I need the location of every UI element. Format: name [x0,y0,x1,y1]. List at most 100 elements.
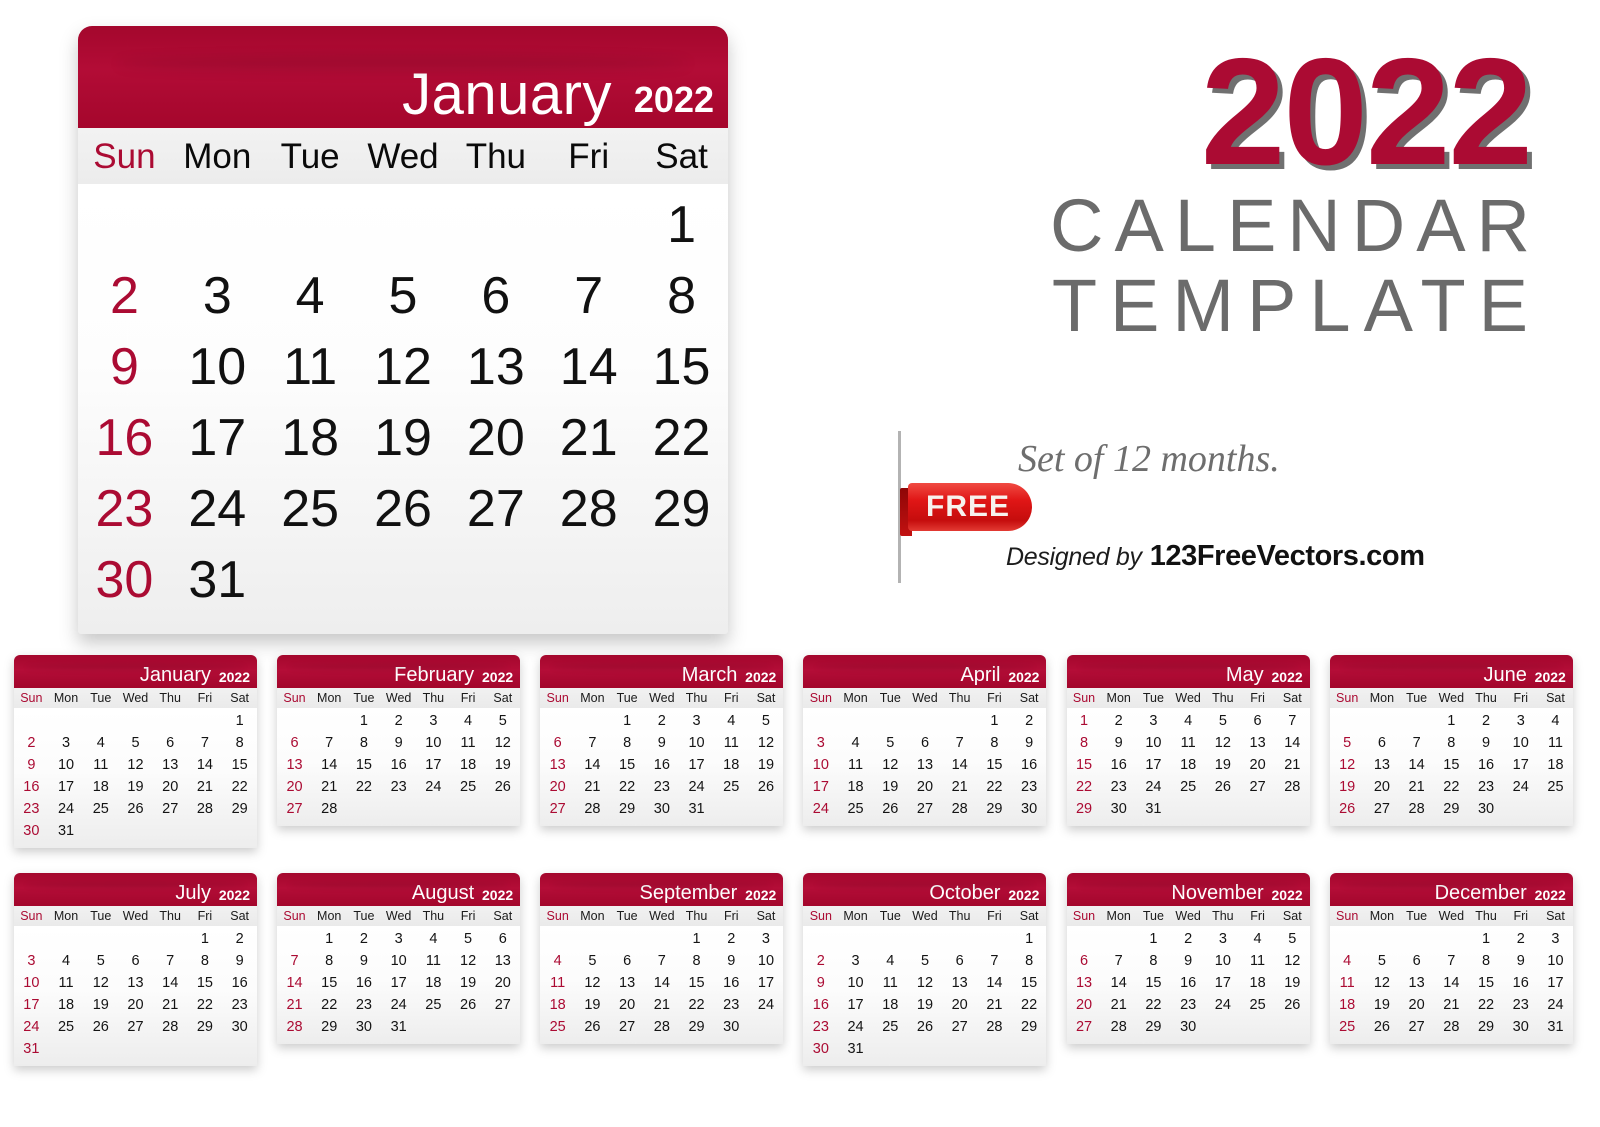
mini-day-cell[interactable]: 11 [873,971,908,993]
mini-day-cell[interactable]: 26 [485,775,520,797]
mini-day-cell[interactable]: 16 [644,753,679,775]
mini-day-cell[interactable]: 13 [908,753,943,775]
mini-day-cell[interactable]: 27 [1240,775,1275,797]
mini-day-cell[interactable]: 1 [1434,709,1469,731]
mini-day-cell[interactable]: 4 [1330,949,1365,971]
mini-day-cell[interactable]: 31 [679,797,714,819]
mini-day-cell[interactable]: 25 [838,797,873,819]
mini-day-cell[interactable]: 13 [1067,971,1102,993]
mini-day-cell[interactable]: 8 [679,949,714,971]
mini-day-cell[interactable]: 9 [347,949,382,971]
mini-day-cell[interactable]: 22 [188,993,223,1015]
mini-day-cell[interactable]: 5 [749,709,784,731]
mini-day-cell[interactable]: 24 [749,993,784,1015]
mini-day-cell[interactable]: 12 [873,753,908,775]
mini-day-cell[interactable]: 14 [1275,731,1310,753]
mini-day-cell[interactable]: 18 [416,971,451,993]
mini-day-cell[interactable]: 10 [749,949,784,971]
mini-day-cell[interactable]: 20 [540,775,575,797]
mini-day-cell[interactable]: 27 [908,797,943,819]
mini-day-cell[interactable]: 2 [381,709,416,731]
mini-day-cell[interactable]: 5 [118,731,153,753]
mini-day-cell[interactable]: 9 [644,731,679,753]
mini-day-cell[interactable]: 18 [451,753,486,775]
mini-day-cell[interactable]: 20 [485,971,520,993]
mini-day-cell[interactable]: 15 [1434,753,1469,775]
mini-day-cell[interactable]: 20 [277,775,312,797]
mini-day-cell[interactable]: 16 [14,775,49,797]
mini-day-cell[interactable]: 5 [83,949,118,971]
mini-day-cell[interactable]: 20 [610,993,645,1015]
hero-day-cell[interactable]: 18 [264,403,357,474]
mini-day-cell[interactable]: 15 [222,753,257,775]
mini-day-cell[interactable]: 21 [312,775,347,797]
mini-day-cell[interactable]: 16 [714,971,749,993]
mini-day-cell[interactable]: 22 [679,993,714,1015]
mini-day-cell[interactable]: 27 [277,797,312,819]
mini-day-cell[interactable]: 9 [1101,731,1136,753]
mini-day-cell[interactable]: 19 [908,993,943,1015]
mini-day-cell[interactable]: 23 [1012,775,1047,797]
mini-day-cell[interactable]: 21 [1399,775,1434,797]
mini-day-cell[interactable]: 9 [14,753,49,775]
mini-day-cell[interactable]: 9 [714,949,749,971]
mini-day-cell[interactable]: 17 [803,775,838,797]
mini-day-cell[interactable]: 17 [679,753,714,775]
mini-day-cell[interactable]: 2 [714,927,749,949]
mini-day-cell[interactable]: 31 [381,1015,416,1037]
mini-day-cell[interactable]: 22 [1434,775,1469,797]
mini-day-cell[interactable]: 12 [1365,971,1400,993]
mini-day-cell[interactable]: 17 [838,993,873,1015]
mini-day-cell[interactable]: 11 [540,971,575,993]
mini-day-cell[interactable]: 8 [222,731,257,753]
mini-day-cell[interactable]: 21 [1101,993,1136,1015]
mini-day-cell[interactable]: 22 [1469,993,1504,1015]
mini-day-cell[interactable]: 4 [714,709,749,731]
mini-day-cell[interactable]: 31 [49,819,84,841]
mini-day-cell[interactable]: 3 [1136,709,1171,731]
mini-day-cell[interactable]: 6 [1399,949,1434,971]
mini-day-cell[interactable]: 14 [1434,971,1469,993]
mini-day-cell[interactable]: 27 [1067,1015,1102,1037]
mini-day-cell[interactable]: 3 [416,709,451,731]
mini-day-cell[interactable]: 20 [153,775,188,797]
mini-day-cell[interactable]: 4 [1171,709,1206,731]
hero-day-cell[interactable]: 10 [171,332,264,403]
mini-day-cell[interactable]: 2 [1101,709,1136,731]
hero-day-cell[interactable]: 17 [171,403,264,474]
mini-day-cell[interactable]: 29 [1067,797,1102,819]
hero-day-cell[interactable]: 3 [171,261,264,332]
mini-day-cell[interactable]: 12 [908,971,943,993]
mini-day-cell[interactable]: 20 [1067,993,1102,1015]
mini-day-cell[interactable]: 19 [749,753,784,775]
mini-day-cell[interactable]: 28 [977,1015,1012,1037]
mini-day-cell[interactable]: 21 [153,993,188,1015]
mini-day-cell[interactable]: 24 [416,775,451,797]
mini-day-cell[interactable]: 17 [1136,753,1171,775]
mini-day-cell[interactable]: 17 [1503,753,1538,775]
mini-day-cell[interactable]: 1 [222,709,257,731]
mini-day-cell[interactable]: 28 [1275,775,1310,797]
mini-day-cell[interactable]: 7 [942,731,977,753]
mini-day-cell[interactable]: 6 [908,731,943,753]
mini-day-cell[interactable]: 26 [118,797,153,819]
mini-day-cell[interactable]: 19 [1206,753,1241,775]
hero-day-cell[interactable]: 11 [264,332,357,403]
mini-day-cell[interactable]: 18 [540,993,575,1015]
mini-day-cell[interactable]: 12 [575,971,610,993]
mini-day-cell[interactable]: 12 [83,971,118,993]
mini-day-cell[interactable]: 28 [188,797,223,819]
hero-day-cell[interactable]: 1 [635,190,728,261]
mini-day-cell[interactable]: 28 [1399,797,1434,819]
mini-day-cell[interactable]: 5 [485,709,520,731]
mini-day-cell[interactable]: 22 [1012,993,1047,1015]
mini-day-cell[interactable]: 4 [873,949,908,971]
mini-day-cell[interactable]: 19 [118,775,153,797]
mini-day-cell[interactable]: 5 [1365,949,1400,971]
mini-day-cell[interactable]: 1 [347,709,382,731]
mini-day-cell[interactable]: 12 [485,731,520,753]
mini-day-cell[interactable]: 26 [451,993,486,1015]
hero-day-cell[interactable]: 31 [171,545,264,616]
mini-day-cell[interactable]: 4 [1240,927,1275,949]
mini-day-cell[interactable]: 1 [1012,927,1047,949]
